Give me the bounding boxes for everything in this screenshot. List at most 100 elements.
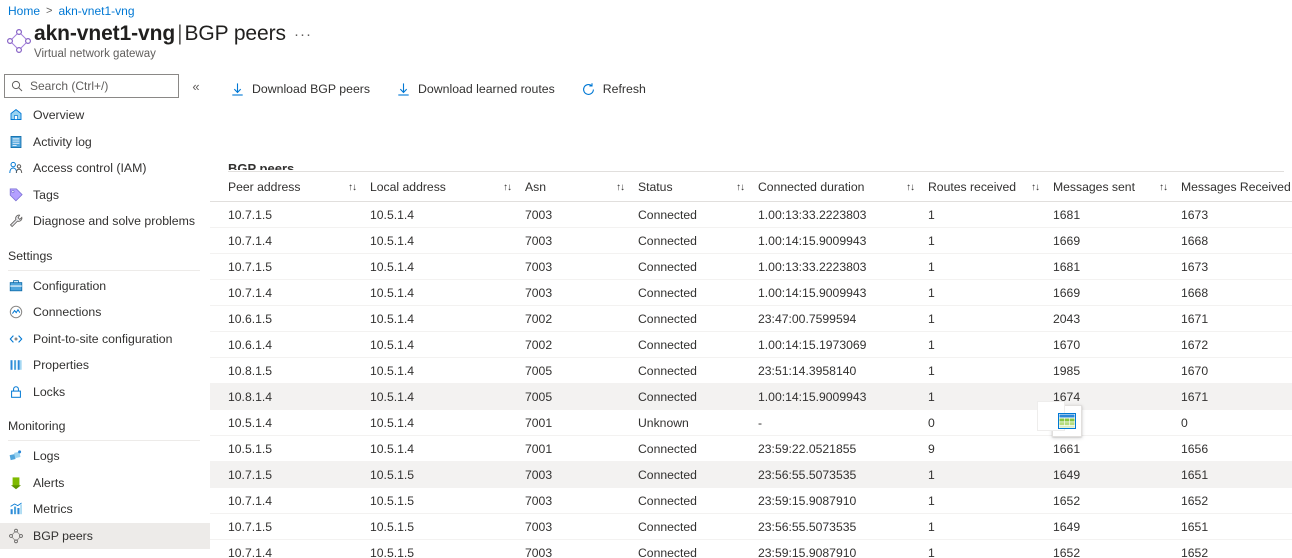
command-toolbar: Download BGP peers Download learned route… bbox=[210, 76, 648, 102]
page-more-menu-button[interactable]: ··· bbox=[294, 27, 312, 42]
cell-local-address: 10.5.1.5 bbox=[370, 545, 415, 558]
sidebar-item-logs[interactable]: Logs bbox=[0, 443, 210, 470]
cell-routes-received: 1 bbox=[928, 545, 935, 558]
table-row[interactable]: 10.7.1.4 10.5.1.4 7003 Connected 1.00:14:15.… bbox=[210, 228, 1292, 254]
sidebar-item-metrics[interactable]: Metrics bbox=[0, 496, 210, 523]
sidebar-item-label: Locks bbox=[33, 384, 66, 399]
table-row[interactable]: 10.6.1.4 10.5.1.4 7002 Connected 1.00:14:15.… bbox=[210, 332, 1292, 358]
cell-messages-received: 1673 bbox=[1181, 207, 1209, 222]
cell-messages-received: 1668 bbox=[1181, 285, 1209, 300]
cell-asn: 7005 bbox=[525, 389, 553, 404]
bgp-peers-table: Peer address ↑↓ Local address ↑↓ Asn ↑↓ Status… bbox=[210, 173, 1292, 558]
table-row[interactable]: 10.7.1.5 10.5.1.5 7003 Connected 23:56:55.50… bbox=[210, 462, 1292, 488]
sort-toggle-icon[interactable]: ↑↓ bbox=[1159, 182, 1168, 193]
page-subtitle: Virtual network gateway bbox=[34, 48, 156, 60]
table-row[interactable]: 10.5.1.410.5.1.47001Unknown-000··· bbox=[210, 410, 1292, 436]
cell-status: Connected bbox=[638, 337, 697, 352]
sidebar-item-overview[interactable]: Overview bbox=[0, 102, 210, 129]
cell-asn: 7003 bbox=[525, 233, 553, 248]
table-header-status[interactable]: Status ↑↓ bbox=[638, 173, 758, 202]
sidebar-item-label: Activity log bbox=[33, 134, 92, 149]
sidebar-search-row: « bbox=[0, 74, 210, 100]
sidebar-group-title: Monitoring bbox=[8, 419, 66, 433]
table-row[interactable]: 10.6.1.5 10.5.1.4 7002 Connected 23:47:00.75… bbox=[210, 306, 1292, 332]
cell-connected-duration: 1.00:14:15.1973069 bbox=[758, 337, 867, 352]
sort-toggle-icon[interactable]: ↑↓ bbox=[616, 182, 625, 193]
main-content: Download BGP peers Download learned route… bbox=[210, 70, 1292, 558]
table-body: 10.7.1.5 10.5.1.4 7003 Connected 1.00:13:33.… bbox=[210, 202, 1292, 558]
cell-messages-sent: 1985 bbox=[1053, 363, 1081, 378]
sort-toggle-icon[interactable]: ↑↓ bbox=[503, 182, 512, 193]
cell-peer-address: 10.7.1.4 bbox=[228, 233, 273, 248]
cell-routes-received: 1 bbox=[928, 259, 935, 274]
table-row[interactable]: 10.7.1.5 10.5.1.5 7003 Connected 23:56:55.50… bbox=[210, 514, 1292, 540]
cell-asn: 7003 bbox=[525, 207, 553, 222]
sidebar-item-access-control-iam[interactable]: Access control (IAM) bbox=[0, 155, 210, 182]
search-box[interactable] bbox=[4, 74, 179, 98]
cell-asn: 7005 bbox=[525, 363, 553, 378]
table-row[interactable]: 10.7.1.4 10.5.1.4 7003 Connected 1.00:14:15.… bbox=[210, 280, 1292, 306]
sidebar-nav-list: Overview Activity log Access control (IAM)… bbox=[0, 102, 210, 549]
table-row[interactable]: 10.7.1.5 10.5.1.4 7003 Connected 1.00:13:33.… bbox=[210, 254, 1292, 280]
table-row[interactable]: 10.5.1.5 10.5.1.4 7001 Connected 23:59:22.05… bbox=[210, 436, 1292, 462]
cell-messages-received: 1671 bbox=[1181, 389, 1209, 404]
table-header-asn[interactable]: Asn ↑↓ bbox=[525, 173, 638, 202]
sidebar-item-connections[interactable]: Connections bbox=[0, 299, 210, 326]
sidebar-item-alerts[interactable]: Alerts bbox=[0, 470, 210, 497]
sort-toggle-icon[interactable]: ↑↓ bbox=[348, 182, 357, 193]
table-row[interactable]: 10.8.1.4 10.5.1.4 7005 Connected 1.00:14:15.… bbox=[210, 384, 1292, 410]
sidebar-item-tags[interactable]: Tags bbox=[0, 182, 210, 209]
cell-messages-received: 1652 bbox=[1181, 545, 1209, 558]
cell-connected-duration: 23:51:14.3958140 bbox=[758, 363, 857, 378]
cell-messages-received: 1652 bbox=[1181, 493, 1209, 508]
sidebar-item-label: Alerts bbox=[33, 475, 65, 490]
sidebar-item-bgp-peers[interactable]: BGP peers bbox=[0, 522, 210, 549]
table-header-local-address[interactable]: Local address ↑↓ bbox=[370, 173, 525, 202]
sidebar-item-label: Point-to-site configuration bbox=[33, 331, 173, 346]
cell-local-address: 10.5.1.4 bbox=[370, 389, 415, 404]
breadcrumb-separator: > bbox=[46, 5, 53, 17]
page-title-subpage: BGP peers bbox=[184, 22, 286, 45]
table-row[interactable]: 10.7.1.4 10.5.1.5 7003 Connected 23:59:15.90… bbox=[210, 540, 1292, 558]
breadcrumb-current-link[interactable]: akn-vnet1-vng bbox=[58, 4, 134, 18]
download-icon bbox=[396, 82, 411, 97]
table-row[interactable]: 10.8.1.5 10.5.1.4 7005 Connected 23:51:14.39… bbox=[210, 358, 1292, 384]
toolbar-download-learned-routes-button[interactable]: Download learned routes bbox=[394, 77, 557, 101]
toolbar-download-bgp-peers-button[interactable]: Download BGP peers bbox=[228, 77, 372, 101]
cell-messages-received: 1656 bbox=[1181, 441, 1209, 456]
cell-local-address: 10.5.1.4 bbox=[370, 233, 415, 248]
sidebar-item-diagnose-and-solve-problems[interactable]: Diagnose and solve problems bbox=[0, 208, 210, 235]
table-header-row: Peer address ↑↓ Local address ↑↓ Asn ↑↓ Status… bbox=[210, 173, 1292, 202]
export-popup-card[interactable] bbox=[1037, 401, 1082, 437]
properties-icon bbox=[8, 357, 24, 373]
sort-toggle-icon[interactable]: ↑↓ bbox=[906, 182, 915, 193]
table-header-messages-sent[interactable]: Messages sent ↑↓ bbox=[1053, 173, 1181, 202]
cell-status: Connected bbox=[638, 389, 697, 404]
table-header-peer-address[interactable]: Peer address ↑↓ bbox=[210, 173, 370, 202]
sidebar: « Overview Activity log Access control (IA… bbox=[0, 70, 210, 558]
search-input[interactable] bbox=[28, 78, 168, 94]
table-row[interactable]: 10.7.1.4 10.5.1.5 7003 Connected 23:59:15.90… bbox=[210, 488, 1292, 514]
table-header-routes-received[interactable]: Routes received ↑↓ bbox=[928, 173, 1053, 202]
toolbar-button-label: Download learned routes bbox=[418, 82, 555, 96]
page-title: akn-vnet1-vng|BGP peers bbox=[34, 22, 286, 46]
sidebar-item-activity-log[interactable]: Activity log bbox=[0, 129, 210, 156]
sidebar-item-locks[interactable]: Locks bbox=[0, 379, 210, 406]
bgp-peers-icon bbox=[8, 528, 24, 544]
breadcrumb-home-link[interactable]: Home bbox=[8, 4, 40, 18]
sidebar-item-properties[interactable]: Properties bbox=[0, 352, 210, 379]
toolbar-refresh-button[interactable]: Refresh bbox=[579, 77, 648, 101]
table-header-messages-received[interactable]: Messages Received↑↓ bbox=[1181, 173, 1292, 202]
sort-toggle-icon[interactable]: ↑↓ bbox=[1031, 182, 1040, 193]
cell-peer-address: 10.8.1.4 bbox=[228, 389, 273, 404]
table-row[interactable]: 10.7.1.5 10.5.1.4 7003 Connected 1.00:13:33.… bbox=[210, 202, 1292, 228]
sidebar-item-label: Diagnose and solve problems bbox=[33, 214, 196, 229]
sort-toggle-icon[interactable]: ↑↓ bbox=[736, 182, 745, 193]
cell-local-address: 10.5.1.4 bbox=[370, 285, 415, 300]
sidebar-item-configuration[interactable]: Configuration bbox=[0, 273, 210, 300]
export-to-csv-icon[interactable] bbox=[1058, 413, 1076, 429]
chevron-double-left-icon[interactable]: « bbox=[186, 76, 206, 96]
cell-asn: 7003 bbox=[525, 493, 553, 508]
sidebar-item-point-to-site-configuration[interactable]: Point-to-site configuration bbox=[0, 326, 210, 353]
table-header-connected-duration[interactable]: Connected duration ↑↓ bbox=[758, 173, 928, 202]
